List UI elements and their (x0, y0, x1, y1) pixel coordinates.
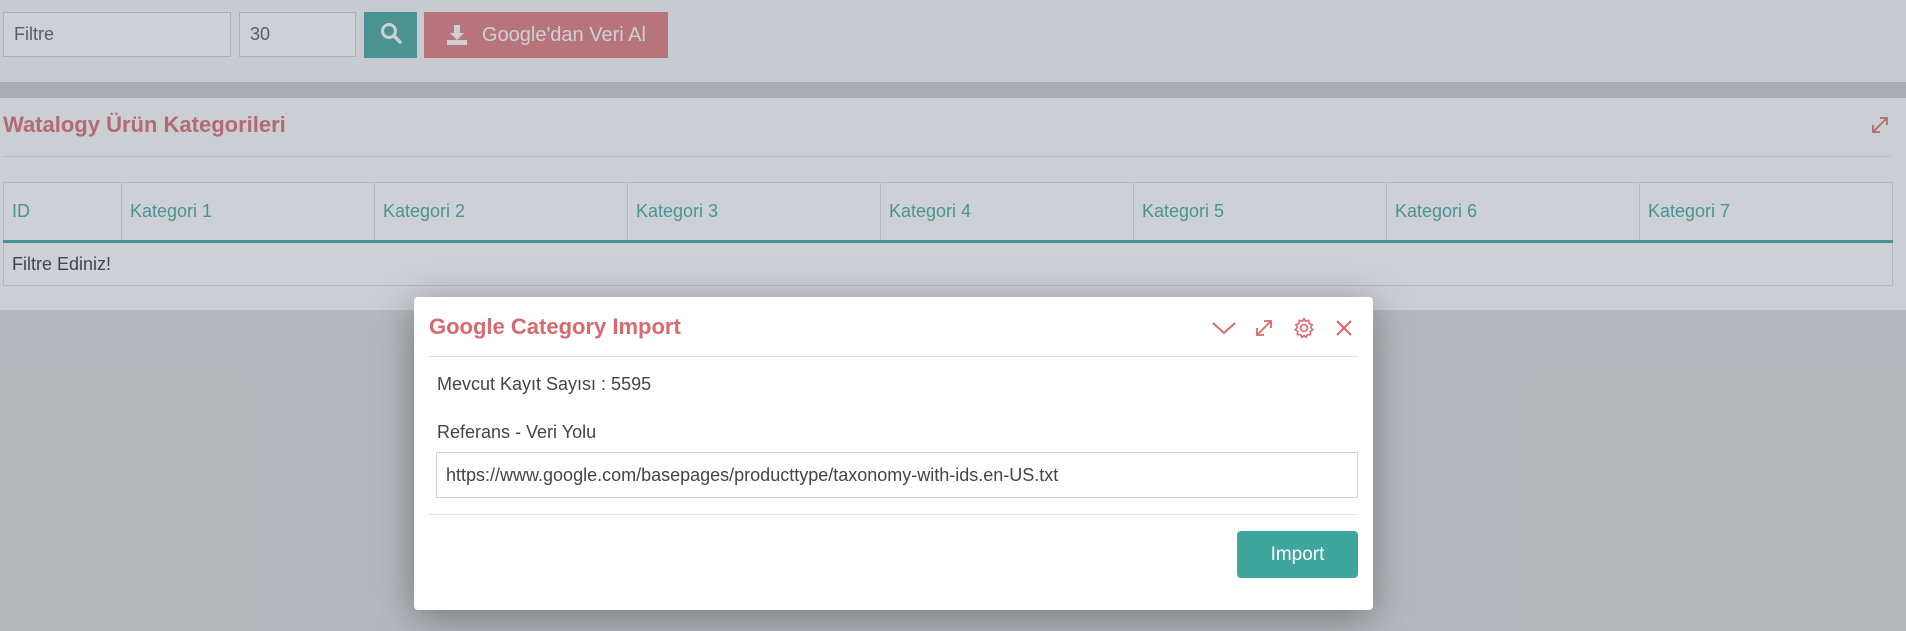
modal-title: Google Category Import (429, 314, 681, 339)
page: Filtre 30 Google'dan Veri Al Watalogy Ür… (0, 0, 1906, 631)
reference-label: Referans - Veri Yolu (437, 422, 597, 442)
import-modal: Google Category Import Mevcut Kayıt Sayı… (414, 297, 1373, 610)
import-button[interactable]: Import (1237, 531, 1358, 578)
reference-url-input[interactable]: https://www.google.com/basepages/product… (436, 452, 1358, 498)
close-icon[interactable] (1329, 313, 1359, 343)
modal-controls (1199, 313, 1359, 343)
record-count: Mevcut Kayıt Sayısı : 5595 (437, 374, 652, 394)
expand-icon[interactable] (1249, 313, 1279, 343)
modal-divider (429, 356, 1358, 357)
chevron-down-icon[interactable] (1209, 313, 1239, 343)
gear-icon[interactable] (1289, 313, 1319, 343)
modal-divider (429, 514, 1358, 515)
